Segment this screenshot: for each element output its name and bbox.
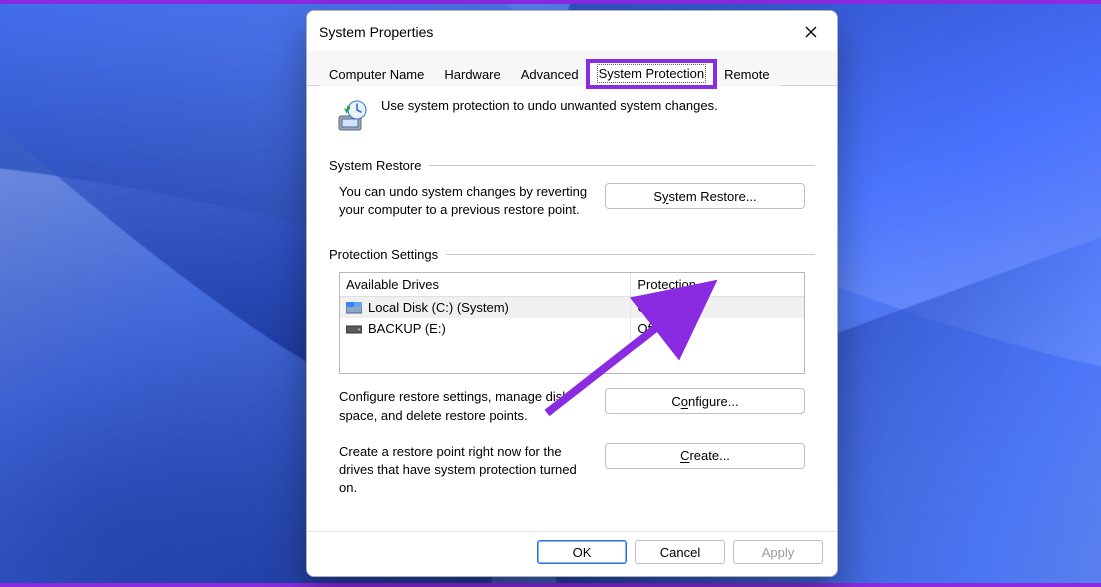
- drive-name: Local Disk (C:) (System): [368, 300, 509, 315]
- tabstrip: Computer Name Hardware Advanced System P…: [307, 51, 837, 86]
- drive-protection: Off: [631, 318, 804, 339]
- group-system-restore: System Restore: [329, 158, 815, 173]
- tab-content: Use system protection to undo unwanted s…: [307, 86, 837, 531]
- cancel-button[interactable]: Cancel: [635, 540, 725, 564]
- dialog-footer: OK Cancel Apply: [307, 531, 837, 576]
- group-title-label: Protection Settings: [329, 247, 438, 262]
- drive-name: BACKUP (E:): [368, 321, 446, 336]
- table-row[interactable]: BACKUP (E:) Off: [340, 318, 804, 339]
- tab-system-protection[interactable]: System Protection: [589, 62, 715, 86]
- drive-icon: [346, 323, 362, 335]
- apply-button[interactable]: Apply: [733, 540, 823, 564]
- group-protection-settings: Protection Settings: [329, 247, 815, 262]
- os-drive-icon: [346, 302, 362, 314]
- restore-description: You can undo system changes by reverting…: [339, 183, 589, 219]
- drive-protection: On: [631, 297, 804, 318]
- close-icon: [805, 26, 817, 38]
- configure-button[interactable]: Configure...: [605, 388, 805, 414]
- tab-computer-name[interactable]: Computer Name: [319, 63, 434, 86]
- configure-description: Configure restore settings, manage disk …: [339, 388, 589, 424]
- system-properties-dialog: System Properties Computer Name Hardware…: [306, 10, 838, 577]
- col-header-protection: Protection: [631, 273, 804, 296]
- col-header-drives: Available Drives: [340, 273, 631, 296]
- tab-advanced[interactable]: Advanced: [511, 63, 589, 86]
- titlebar: System Properties: [307, 11, 837, 51]
- drives-table[interactable]: Available Drives Protection Local Disk (…: [339, 272, 805, 374]
- window-title: System Properties: [319, 24, 433, 40]
- intro-text: Use system protection to undo unwanted s…: [381, 98, 718, 113]
- group-title-label: System Restore: [329, 158, 421, 173]
- close-button[interactable]: [791, 18, 831, 46]
- create-description: Create a restore point right now for the…: [339, 443, 589, 498]
- drives-header: Available Drives Protection: [340, 273, 804, 297]
- ok-button[interactable]: OK: [537, 540, 627, 564]
- create-button[interactable]: Create...: [605, 443, 805, 469]
- tab-remote[interactable]: Remote: [714, 63, 780, 86]
- system-restore-button[interactable]: System Restore...: [605, 183, 805, 209]
- system-restore-icon: [333, 98, 369, 134]
- tab-hardware[interactable]: Hardware: [434, 63, 510, 86]
- table-row[interactable]: Local Disk (C:) (System) On: [340, 297, 804, 318]
